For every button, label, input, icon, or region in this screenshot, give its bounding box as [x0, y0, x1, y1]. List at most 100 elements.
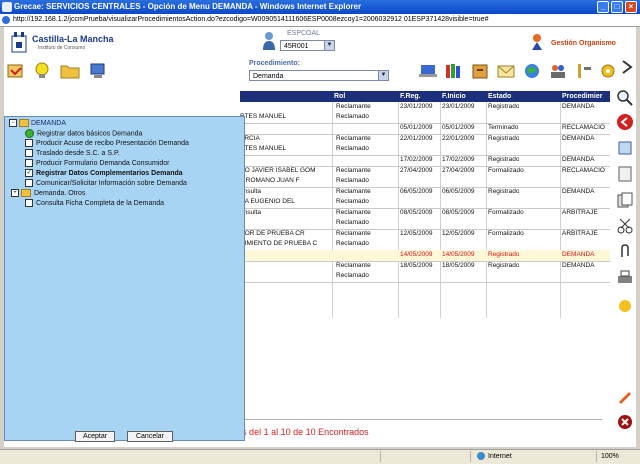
cell-freg: 23/01/2009 [400, 103, 433, 110]
cell-freg: 05/01/2009 [400, 124, 433, 131]
open-file-icon[interactable] [6, 62, 26, 80]
cell-name1: CO JAVIER ISABEL GOM [240, 167, 316, 174]
title-bar: Grecae: SERVICIOS CENTRALES - Opción de … [0, 0, 640, 14]
document-icon [25, 179, 33, 188]
exit-icon[interactable] [616, 413, 634, 431]
menu-item-label: Traslado desde S.C. a S.P. [36, 150, 120, 157]
cell-proc: DEMANDA [562, 103, 595, 110]
menu-item-label: Consulta Ficha Completa de la Demanda [36, 200, 165, 207]
magnifier-icon[interactable] [616, 89, 634, 107]
cancel-button[interactable]: Cancelar [127, 431, 173, 442]
users-icon[interactable] [548, 62, 568, 80]
print-icon[interactable] [616, 269, 634, 287]
attach-icon[interactable] [616, 243, 634, 261]
collapse-icon[interactable]: − [9, 119, 17, 127]
menu-item-demanda-otros[interactable]: + Demanda. Otros [11, 189, 85, 198]
edit-icon[interactable] [616, 387, 634, 405]
zoom-control[interactable]: 100% [596, 451, 640, 462]
menu-item-comunicar-informacion[interactable]: Comunicar/Solicitar Información sobre De… [25, 179, 187, 188]
sun-gear-icon[interactable] [616, 297, 634, 315]
table-row[interactable]: ARCIA RTES MANUEL Reclamante Reclamado 22/01… [240, 134, 610, 156]
column-header-rol[interactable]: Rol [334, 91, 345, 102]
espcoal-select[interactable]: 45R001 ▼ [280, 40, 335, 51]
chevron-down-icon[interactable]: ▼ [324, 41, 334, 50]
gestion-organismo-icon[interactable] [530, 33, 544, 51]
cell-proc: RECLAMACIO [562, 167, 605, 174]
cell-rol2: Reclamado [336, 113, 369, 120]
cell-finicio: 27/04/2009 [442, 167, 475, 174]
mail-icon[interactable] [496, 62, 516, 80]
espcoal-label: ESPCOAL [287, 30, 321, 37]
column-header-finicio[interactable]: F.Inicio [442, 91, 466, 102]
computer-icon[interactable] [88, 62, 108, 80]
folder-icon [21, 189, 31, 198]
nav-arrow-icon[interactable] [621, 57, 635, 77]
folder-icon [19, 119, 29, 127]
tree-root-demanda[interactable]: − DEMANDA [9, 119, 66, 127]
address-url[interactable]: http://192.168.1.2/jccmPrueba/visualizar… [13, 14, 489, 26]
cell-rol1: Reclamante [336, 103, 371, 110]
column-header-procedimiento[interactable]: Procedimier [562, 91, 602, 102]
cell-estado: Formalizado [488, 209, 524, 216]
scissors-icon[interactable] [616, 217, 634, 235]
cell-proc: ARBITRAJE [562, 209, 598, 216]
table-row[interactable]: onsulta RA EUGENIO DEL Reclamante Reclamado… [240, 187, 610, 209]
column-header-estado[interactable]: Estado [488, 91, 511, 102]
chevron-down-icon[interactable]: ▼ [378, 71, 388, 80]
menu-item-consulta-ficha[interactable]: Consulta Ficha Completa de la Demanda [25, 199, 164, 208]
column-header-freg[interactable]: F.Reg. [400, 91, 421, 102]
table-row[interactable]: RTES MANUEL Reclamante Reclamado 23/01/2009… [240, 102, 610, 124]
lightbulb-icon[interactable] [32, 62, 52, 80]
cell-name2: A ROMANO JUAN F [240, 177, 300, 184]
cell-proc: DEMANDA [562, 156, 595, 163]
accept-button[interactable]: Aceptar [75, 431, 115, 442]
cell-finicio: 18/05/2009 [442, 262, 475, 269]
app-header: Castilla-La Mancha Instituto de Consumo … [4, 27, 636, 57]
menu-item-datos-complementarios[interactable]: ✓ Registrar Datos Complementarios Demanda [25, 169, 183, 178]
app-icon [2, 2, 12, 12]
menu-item-traslado[interactable]: Traslado desde S.C. a S.P. [25, 149, 120, 158]
close-button[interactable]: × [625, 1, 637, 13]
cell-proc: RECLAMACIO [562, 124, 605, 131]
table-row[interactable]: CO JAVIER ISABEL GOM A ROMANO JUAN F Recla… [240, 166, 610, 188]
back-icon[interactable] [616, 113, 634, 131]
cell-rol2: Reclamado [336, 177, 369, 184]
gestion-organismo-link[interactable]: Gestión Organismo [551, 40, 616, 47]
document-icon [25, 149, 33, 158]
checked-document-icon: ✓ [25, 169, 33, 178]
settings-gear-icon[interactable] [598, 62, 618, 80]
maximize-button[interactable]: □ [611, 1, 623, 13]
archive-icon[interactable] [470, 62, 490, 80]
globe-icon[interactable] [522, 62, 542, 80]
table-row[interactable]: Reclamante Reclamado 18/05/2009 18/05/2009 R… [240, 261, 610, 283]
expand-icon[interactable]: + [11, 189, 19, 198]
procedimiento-select[interactable]: Demanda ▼ [249, 70, 389, 81]
cell-rol1: Reclamante [336, 188, 371, 195]
zoom-level: 100% [601, 453, 619, 460]
address-bar[interactable]: http://192.168.1.2/jccmPrueba/visualizar… [0, 14, 640, 27]
table-row[interactable]: DOR DE PRUEBA CR CIMIENTO DE PRUEBA C Recl… [240, 229, 610, 251]
minimize-button[interactable]: _ [597, 1, 609, 13]
cell-estado: Registrado [488, 188, 520, 195]
cell-rol1: Reclamante [336, 167, 371, 174]
right-toolbar [608, 87, 638, 447]
menu-item-registrar-datos-basicos[interactable]: Registrar datos básicos Demanda [25, 129, 142, 138]
laptop-icon[interactable] [418, 62, 438, 80]
books-icon[interactable] [444, 62, 464, 80]
table-row[interactable]: onsulta2ReclamanteReclamado08/05/200908/… [240, 208, 610, 230]
menu-item-acuse-recibo[interactable]: Producir Acuse de recibo Presentación De… [25, 139, 189, 148]
cell-freg: 12/05/2009 [400, 230, 433, 237]
toolbar: Procedimiento: Demanda ▼ [4, 58, 636, 86]
cell-rol1: Reclamante [336, 135, 371, 142]
cell-estado: Terminado [488, 124, 519, 131]
tools-icon[interactable] [574, 62, 594, 80]
cell-finicio: 23/01/2009 [442, 103, 475, 110]
notepad-icon[interactable] [616, 165, 634, 183]
folder-icon[interactable] [60, 62, 80, 80]
cell-finicio: 22/01/2009 [442, 135, 475, 142]
cell-proc: ARBITRAJE [562, 230, 598, 237]
documents-icon[interactable] [616, 139, 634, 157]
menu-item-formulario-consumidor[interactable]: Producir Formulario Demanda Consumidor [25, 159, 169, 168]
cell-freg: 18/05/2009 [400, 262, 433, 269]
copy-icon[interactable] [616, 191, 634, 209]
